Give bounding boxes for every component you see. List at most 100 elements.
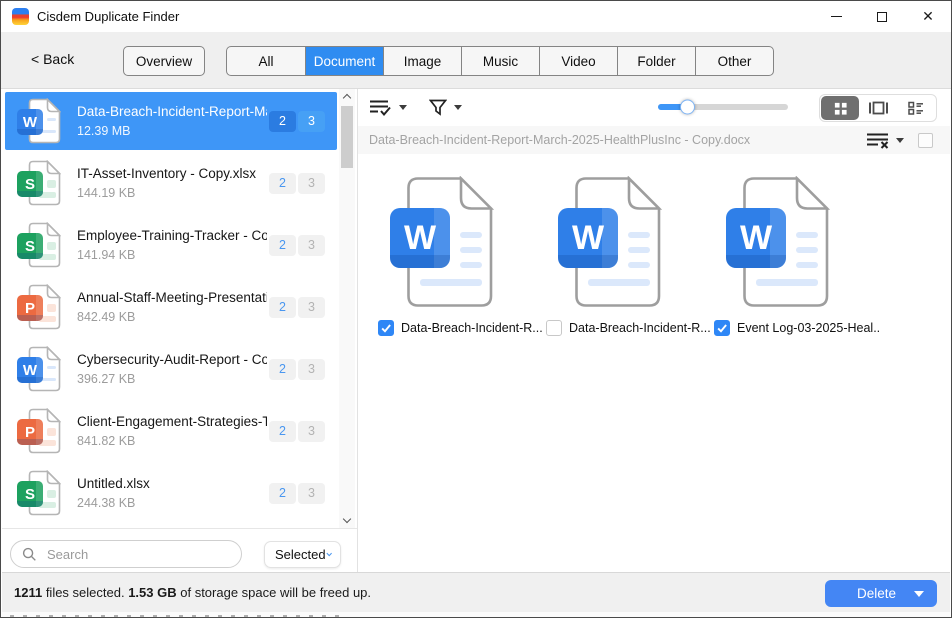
duplicate-count-badges: 2 3: [269, 111, 325, 132]
deselect-caret-icon[interactable]: [896, 138, 904, 147]
freed-space-value: 1.53 GB: [128, 585, 176, 600]
duplicate-groups-list: W Data-Breach-Incident-Report-Marc... 12…: [2, 89, 339, 528]
duplicate-group-row[interactable]: S Untitled.xlsx 244.38 KB 2 3: [5, 464, 337, 522]
selection-filter-value: Selected: [275, 547, 326, 562]
selected-count-badge: 2: [269, 111, 296, 132]
word-file-icon: W: [390, 176, 520, 308]
selected-count-badge: 2: [269, 235, 296, 256]
file-size: 841.82 KB: [77, 434, 267, 448]
file-card: W Data-Breach-Incident-R...: [544, 176, 712, 571]
group-header: Data-Breach-Incident-Report-March-2025-H…: [358, 126, 950, 154]
filter-caret-icon[interactable]: [454, 105, 462, 114]
word-file-icon: W: [558, 176, 688, 308]
filter-icon[interactable]: [429, 99, 447, 116]
slider-thumb[interactable]: [680, 100, 695, 115]
back-button[interactable]: < Back: [31, 51, 74, 67]
duplicate-group-row[interactable]: P Annual-Staff-Meeting-Presentation... 8…: [5, 278, 337, 336]
overview-button[interactable]: Overview: [123, 46, 205, 76]
duplicate-group-row[interactable]: P Client-Engagement-Strategies-Tech... 8…: [5, 402, 337, 460]
duplicate-count-badges: 2 3: [269, 359, 325, 380]
file-checkbox[interactable]: [714, 320, 730, 336]
duplicate-count-badges: 2 3: [269, 297, 325, 318]
selected-count-badge: 2: [269, 297, 296, 318]
selection-filter-dropdown[interactable]: Selected: [264, 541, 341, 568]
deselect-list-icon[interactable]: [866, 132, 891, 149]
view-grid-button[interactable]: [821, 96, 859, 120]
word-file-icon: W: [13, 344, 67, 394]
chevron-down-icon: [326, 551, 332, 558]
delete-button-label: Delete: [857, 586, 896, 601]
file-label: Data-Breach-Incident-R...: [569, 321, 711, 335]
window-title: Cisdem Duplicate Finder: [37, 9, 179, 24]
file-name: Data-Breach-Incident-Report-Marc...: [77, 104, 267, 119]
duplicate-count-badges: 2 3: [269, 483, 325, 504]
tab-document[interactable]: Document: [305, 47, 383, 75]
nav-bar: < Back Overview AllDocumentImageMusicVid…: [1, 32, 951, 89]
selected-count-badge: 2: [269, 483, 296, 504]
duplicate-files-grid: W Data-Breach-Incident-R... W Data-Breac…: [358, 154, 950, 571]
close-button[interactable]: ✕: [905, 1, 951, 32]
file-name: Client-Engagement-Strategies-Tech...: [77, 414, 267, 429]
excel-file-icon: S: [13, 158, 67, 208]
search-icon: [22, 547, 37, 562]
word-file-icon: W: [13, 96, 67, 146]
clipped-text-strip: [2, 612, 950, 617]
duplicate-group-row[interactable]: S IT-Asset-Inventory - Copy.xlsx 144.19 …: [5, 154, 337, 212]
view-list-button[interactable]: [897, 96, 935, 120]
auto-select-icon[interactable]: [369, 98, 392, 117]
title-bar: Cisdem Duplicate Finder ✕: [1, 1, 951, 32]
total-count-badge: 3: [298, 173, 325, 194]
tab-other[interactable]: Other: [695, 47, 773, 75]
total-count-badge: 3: [298, 421, 325, 442]
maximize-button[interactable]: [859, 1, 905, 32]
minimize-button[interactable]: [813, 1, 859, 32]
sidebar-scrollbar[interactable]: [339, 89, 355, 528]
file-checkbox[interactable]: [546, 320, 562, 336]
scroll-up-icon[interactable]: [343, 94, 351, 102]
file-name: Employee-Training-Tracker - Copy....: [77, 228, 267, 243]
duplicate-group-row[interactable]: W Data-Breach-Incident-Report-Marc... 12…: [5, 92, 337, 150]
window-controls: ✕: [813, 1, 951, 32]
duplicate-group-row[interactable]: W Cybersecurity-Audit-Report - Copy.... …: [5, 340, 337, 398]
app-logo-icon: [12, 8, 29, 25]
excel-file-icon: S: [13, 220, 67, 270]
tab-music[interactable]: Music: [461, 47, 539, 75]
group-title: Data-Breach-Incident-Report-March-2025-H…: [369, 133, 750, 147]
list-view-icon: [908, 101, 924, 115]
scrollbar-thumb[interactable]: [341, 106, 353, 168]
maximize-icon: [877, 12, 887, 22]
file-size: 141.94 KB: [77, 248, 267, 262]
file-card: W Data-Breach-Incident-R...: [376, 176, 544, 571]
powerpoint-file-icon: P: [13, 282, 67, 332]
select-group-checkbox[interactable]: [918, 133, 933, 148]
delete-button[interactable]: Delete: [825, 580, 937, 607]
app-window: Cisdem Duplicate Finder ✕ < Back Overvie…: [0, 0, 952, 618]
selected-files-count: 1211: [14, 585, 42, 600]
search-box[interactable]: [10, 540, 242, 568]
status-bar: 1211 files selected. 1.53 GB of storage …: [2, 572, 950, 612]
file-size: 144.19 KB: [77, 186, 256, 200]
file-checkbox[interactable]: [378, 320, 394, 336]
total-count-badge: 3: [298, 297, 325, 318]
scroll-down-icon[interactable]: [343, 515, 351, 523]
tab-folder[interactable]: Folder: [617, 47, 695, 75]
thumbnail-size-slider[interactable]: [658, 104, 788, 110]
duplicate-count-badges: 2 3: [269, 173, 325, 194]
file-label: Data-Breach-Incident-R...: [401, 321, 543, 335]
file-name: Cybersecurity-Audit-Report - Copy....: [77, 352, 267, 367]
duplicate-group-row[interactable]: S Employee-Training-Tracker - Copy.... 1…: [5, 216, 337, 274]
word-file-icon: W: [726, 176, 856, 308]
tab-image[interactable]: Image: [383, 47, 461, 75]
search-input[interactable]: [45, 546, 215, 563]
total-count-badge: 3: [298, 483, 325, 504]
tab-all[interactable]: All: [227, 47, 305, 75]
close-icon: ✕: [922, 8, 934, 25]
tab-video[interactable]: Video: [539, 47, 617, 75]
delete-dropdown-caret-icon[interactable]: [914, 591, 924, 602]
auto-select-caret-icon[interactable]: [399, 105, 407, 114]
file-card: W Event Log-03-2025-Heal...: [712, 176, 880, 571]
view-mode-toggle: [819, 94, 937, 122]
view-preview-button[interactable]: [859, 96, 897, 120]
file-size: 12.39 MB: [77, 124, 267, 138]
file-size: 396.27 KB: [77, 372, 267, 386]
